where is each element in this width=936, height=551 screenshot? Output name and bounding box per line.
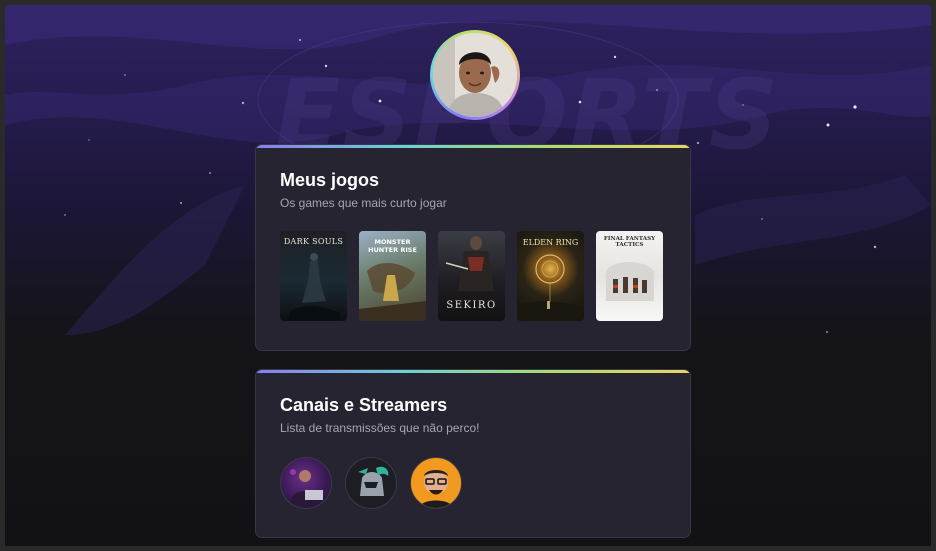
profile-photo-icon [433, 33, 517, 117]
streamers-card-subtitle: Lista de transmissões que não perco! [280, 421, 480, 435]
streamer-avatar-cartoon-icon[interactable] [410, 457, 462, 509]
game-cover-dark-souls[interactable]: DARK SOULS [280, 231, 347, 321]
streamers-card-title: Canais e Streamers [280, 395, 448, 415]
game-title: ELDEN RING [522, 238, 579, 247]
game-title: FINAL FANTASY TACTICS [603, 236, 656, 248]
game-cover-sekiro[interactable]: SEKIRO [438, 231, 505, 321]
streamers-list [280, 457, 462, 509]
game-title: SEKIRO [446, 300, 497, 311]
games-card-subtitle: Os games que mais curto jogar [280, 196, 447, 210]
games-card-title: Meus jogos [280, 170, 380, 190]
games-card: Meus jogos Os games que mais curto jogar… [255, 144, 691, 351]
streamer-avatar-knight-icon[interactable] [345, 457, 397, 509]
page-frame: ESPORTS Meus jogos Os games que mais cur… [5, 5, 931, 546]
game-title: MONSTER HUNTER RISE [368, 238, 417, 254]
game-cover-elden-ring[interactable]: ELDEN RING [517, 231, 584, 321]
streamer-avatar-purple-icon[interactable] [280, 457, 332, 509]
game-title: DARK SOULS [283, 237, 344, 246]
streamers-card: Canais e Streamers Lista de transmissões… [255, 369, 691, 538]
games-list: DARK SOULS MONSTER HUNTER RISE SEKIRO EL… [280, 231, 663, 321]
game-cover-final-fantasy-tactics[interactable]: FINAL FANTASY TACTICS [596, 231, 663, 321]
profile-avatar[interactable] [430, 30, 520, 120]
game-cover-monster-hunter-rise[interactable]: MONSTER HUNTER RISE [359, 231, 426, 321]
